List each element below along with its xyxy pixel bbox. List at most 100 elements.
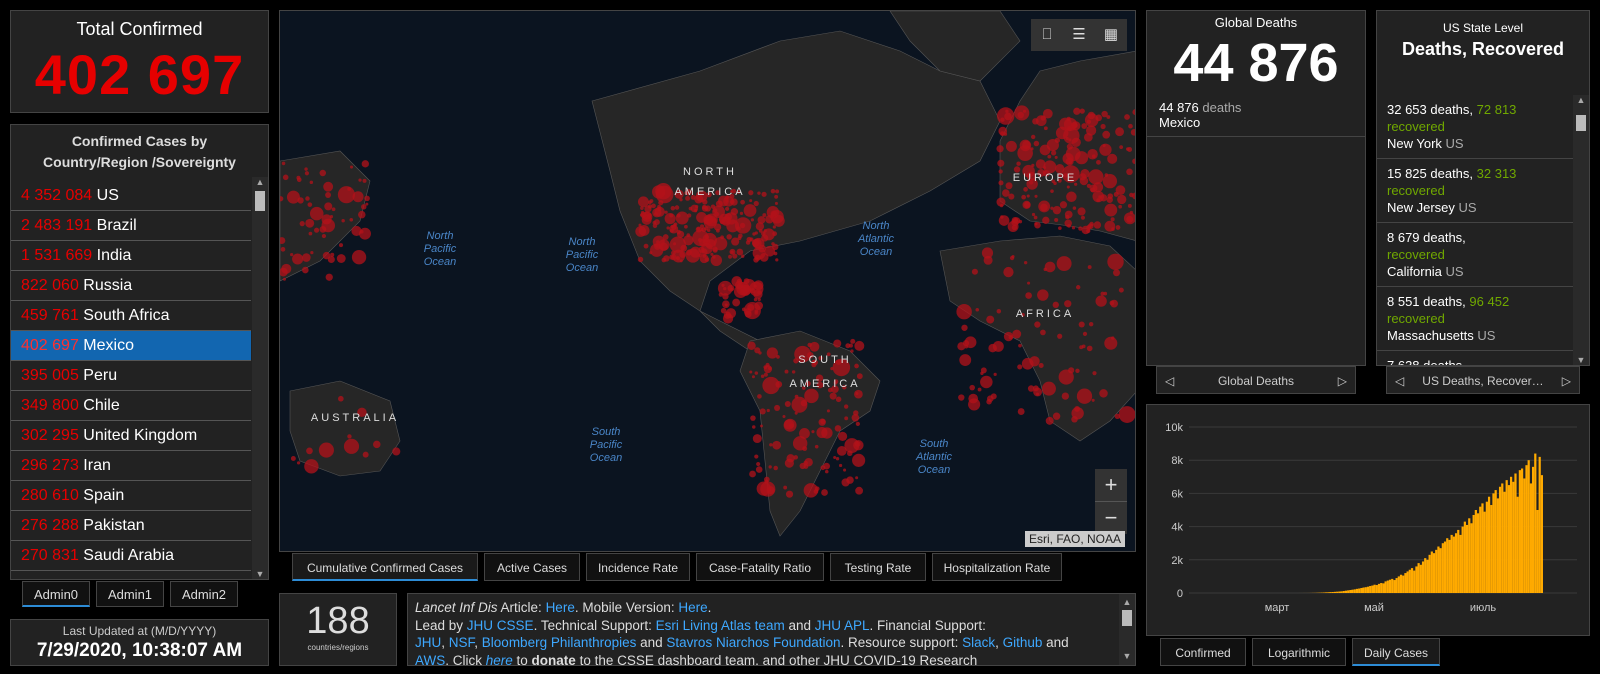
country-row[interactable]: 302 295 United Kingdom xyxy=(11,421,251,451)
case-marker xyxy=(771,242,775,246)
qr-code-icon[interactable]: ▦ xyxy=(1095,19,1127,51)
case-marker xyxy=(739,211,744,216)
bookmark-icon[interactable]: ⎕ xyxy=(1031,19,1063,51)
jhu-link[interactable]: JHU xyxy=(415,635,441,650)
tab-admin1[interactable]: Admin1 xyxy=(96,581,164,607)
case-marker xyxy=(304,167,308,171)
tab-active-cases[interactable]: Active Cases xyxy=(484,553,580,581)
scroll-up-icon[interactable]: ▲ xyxy=(252,177,268,187)
case-marker xyxy=(1056,256,1072,272)
case-marker xyxy=(305,196,310,201)
info-scrollbar[interactable]: ▲ ▼ xyxy=(1119,594,1135,665)
zoom-out-button[interactable]: − xyxy=(1095,502,1127,534)
aws-link[interactable]: AWS xyxy=(415,653,445,666)
scroll-down-icon[interactable]: ▼ xyxy=(252,569,268,579)
case-marker xyxy=(696,227,701,231)
label-npo2-1: North xyxy=(569,236,596,248)
total-confirmed-panel: Total Confirmed 402 697 xyxy=(10,10,269,113)
chart-bar xyxy=(1386,580,1389,593)
tab-incidence-rate[interactable]: Incidence Rate xyxy=(586,553,690,581)
chart-bar xyxy=(1454,533,1458,593)
next-arrow-icon[interactable]: ▷ xyxy=(1338,367,1347,395)
case-marker xyxy=(1103,291,1108,296)
case-marker xyxy=(672,249,686,263)
country-list-scrollbar[interactable]: ▲ ▼ xyxy=(252,177,268,579)
case-marker xyxy=(821,427,833,439)
us-state-scrollbar[interactable]: ▲ ▼ xyxy=(1573,95,1589,365)
jhu-csse-link[interactable]: JHU CSSE xyxy=(467,618,534,633)
esri-link[interactable]: Esri Living Atlas team xyxy=(656,618,785,633)
country-row[interactable]: 459 761 South Africa xyxy=(11,301,251,331)
case-marker xyxy=(784,369,789,374)
country-row[interactable]: 1 531 669 India xyxy=(11,241,251,271)
state-name: Massachusetts xyxy=(1387,328,1474,343)
scroll-down-icon[interactable]: ▼ xyxy=(1119,648,1135,666)
stavros-link[interactable]: Stavros Niarchos Foundation xyxy=(666,635,840,650)
case-marker xyxy=(652,185,666,199)
prev-arrow-icon[interactable]: ◁ xyxy=(1165,367,1174,395)
us-state-row[interactable]: 7 638 deaths, recoveredIllinois US xyxy=(1377,351,1573,365)
prev-arrow-icon[interactable]: ◁ xyxy=(1395,367,1404,395)
case-marker xyxy=(1017,364,1023,370)
chart-bar xyxy=(1331,592,1334,593)
global-deaths-tab[interactable]: ◁ Global Deaths ▷ xyxy=(1156,366,1356,394)
us-state-row[interactable]: 15 825 deaths, 32 313 recovered New Jersey… xyxy=(1377,159,1573,223)
us-state-row[interactable]: 32 653 deaths, 72 813 recovered New York U… xyxy=(1377,95,1573,159)
case-marker xyxy=(327,255,335,264)
case-marker xyxy=(700,227,704,232)
country-row[interactable]: 395 005 Peru xyxy=(11,361,251,391)
world-map[interactable]: NORTH AMERICA SOUTH AMERICA EUROPE AFRIC… xyxy=(279,10,1136,552)
tab-case-fatality[interactable]: Case-Fatality Ratio xyxy=(696,553,824,581)
nsf-link[interactable]: NSF xyxy=(449,635,475,650)
label-australia: AUSTRALIA xyxy=(311,412,399,424)
tab-admin0[interactable]: Admin0 xyxy=(22,581,90,607)
scroll-down-icon[interactable]: ▼ xyxy=(1573,355,1589,365)
scroll-thumb[interactable] xyxy=(255,191,265,211)
case-marker xyxy=(1052,205,1062,215)
state-deaths: 15 825 deaths, xyxy=(1387,166,1477,181)
tab-cumulative-confirmed[interactable]: Cumulative Confirmed Cases xyxy=(292,553,478,581)
case-marker xyxy=(772,231,778,237)
jhu-apl-link[interactable]: JHU APL xyxy=(815,618,870,633)
slack-link[interactable]: Slack xyxy=(962,635,995,650)
country-row[interactable]: 276 288 Pakistan xyxy=(11,511,251,541)
country-row[interactable]: 402 697 Mexico xyxy=(11,331,251,361)
tab-daily-cases[interactable]: Daily Cases xyxy=(1352,638,1440,666)
scroll-thumb[interactable] xyxy=(1122,610,1132,626)
us-state-row[interactable]: 8 679 deaths, recovered California US xyxy=(1377,223,1573,287)
tab-logarithmic[interactable]: Logarithmic xyxy=(1252,638,1346,666)
mobile-version-link[interactable]: Here xyxy=(678,600,707,615)
case-marker xyxy=(702,254,707,258)
article-link[interactable]: Here xyxy=(546,600,575,615)
tab-admin2[interactable]: Admin2 xyxy=(170,581,238,607)
us-state-row[interactable]: 8 551 deaths, 96 452 recovered Massachuset… xyxy=(1377,287,1573,351)
map-canvas[interactable]: NORTH AMERICA SOUTH AMERICA EUROPE AFRIC… xyxy=(280,11,1136,552)
chart-bar xyxy=(1512,481,1515,593)
scroll-up-icon[interactable]: ▲ xyxy=(1119,594,1135,612)
country-row[interactable]: 270 831 Saudi Arabia xyxy=(11,541,251,571)
scroll-thumb[interactable] xyxy=(1576,115,1586,131)
tab-confirmed[interactable]: Confirmed xyxy=(1160,638,1246,666)
github-link[interactable]: Github xyxy=(1003,635,1043,650)
chart-bar xyxy=(1468,518,1471,593)
next-arrow-icon[interactable]: ▷ xyxy=(1562,367,1571,395)
country-row[interactable]: 280 610 Spain xyxy=(11,481,251,511)
tab-hospitalization-rate[interactable]: Hospitalization Rate xyxy=(932,553,1062,581)
chart-bar xyxy=(1503,491,1506,593)
here-link[interactable]: here xyxy=(486,653,513,666)
us-deaths-tab[interactable]: ◁ US Deaths, Recover… ▷ xyxy=(1386,366,1580,394)
chart-bar xyxy=(1481,503,1484,593)
case-marker xyxy=(305,218,315,228)
country-row[interactable]: 4 352 084 US xyxy=(11,181,251,211)
case-marker xyxy=(1077,207,1086,216)
legend-list-icon[interactable]: ☰ xyxy=(1063,19,1095,51)
country-row[interactable]: 296 273 Iran xyxy=(11,451,251,481)
scroll-up-icon[interactable]: ▲ xyxy=(1573,95,1589,105)
country-row[interactable]: 822 060 Russia xyxy=(11,271,251,301)
x-tick-label: май xyxy=(1364,602,1384,614)
tab-testing-rate[interactable]: Testing Rate xyxy=(830,553,926,581)
zoom-in-button[interactable]: + xyxy=(1095,469,1127,502)
country-row[interactable]: 2 483 191 Brazil xyxy=(11,211,251,241)
bloomberg-link[interactable]: Bloomberg Philanthropies xyxy=(482,635,637,650)
country-row[interactable]: 349 800 Chile xyxy=(11,391,251,421)
